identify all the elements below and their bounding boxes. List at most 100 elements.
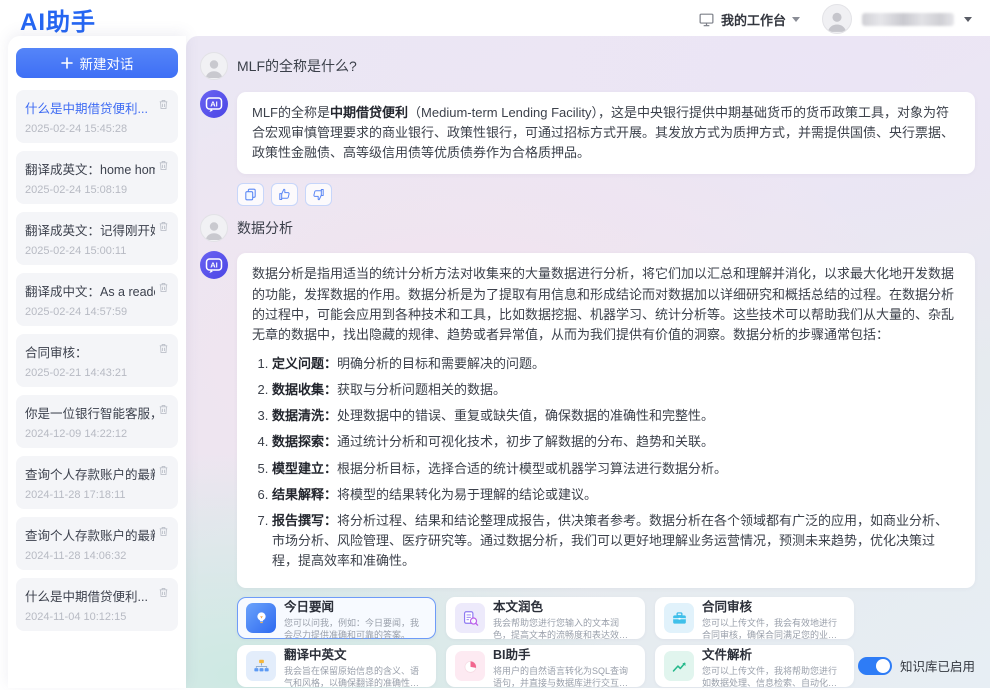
feature-title: 文件解析 bbox=[702, 644, 845, 663]
user-message-text: 数据分析 bbox=[237, 218, 293, 238]
analysis-steps-list: 定义问题：明确分析的目标和需要解决的问题。 数据收集：获取与分析问题相关的数据。… bbox=[252, 354, 960, 571]
conversation-time: 2024-11-28 14:06:32 bbox=[25, 550, 169, 562]
feature-desc: 我会旨在保留原始信息的含义、语气和风格，以确保翻译的准确性和自然流畅。 bbox=[284, 665, 427, 689]
user-message-text: MLF的全称是什么? bbox=[237, 56, 357, 76]
conversation-item[interactable]: 什么是中期借贷便利... 2024-11-04 10:12:15 bbox=[16, 578, 178, 631]
chevron-down-icon bbox=[792, 17, 800, 22]
ai-message: AI 数据分析是指用适当的统计分析方法对收集来的大量数据进行分析，将它们加以汇总… bbox=[200, 251, 975, 588]
ai-message: AI MLF的全称是中期借贷便利（Medium-term Lending Fac… bbox=[200, 90, 975, 174]
conversation-time: 2025-02-24 15:00:11 bbox=[25, 245, 169, 257]
feature-title: BI助手 bbox=[493, 644, 636, 663]
feature-card-bi[interactable]: BI助手 将用户的自然语言转化为SQL查询语句，并直接与数据库进行交互，返回智能… bbox=[446, 645, 645, 687]
step-item: 结果解释：将模型的结果转化为易于理解的结论或建议。 bbox=[272, 485, 960, 505]
ai-response-card: MLF的全称是中期借贷便利（Medium-term Lending Facili… bbox=[237, 92, 975, 174]
user-avatar bbox=[200, 52, 228, 80]
toggle-knob bbox=[876, 659, 890, 673]
feature-card-news[interactable]: 今日要闻 您可以问我，例如：今日要闻，我会尽力提供准确和可靠的答案。 bbox=[237, 597, 436, 639]
conversation-title: 查询个人存款账户的最新... bbox=[25, 464, 155, 483]
user-message: MLF的全称是什么? bbox=[200, 52, 975, 80]
conversation-item[interactable]: 查询个人存款账户的最新... 2024-11-28 17:18:11 bbox=[16, 456, 178, 509]
feature-card-translate[interactable]: 翻译中英文 我会旨在保留原始信息的含义、语气和风格，以确保翻译的准确性和自然流畅… bbox=[237, 645, 436, 687]
thumbs-down-button[interactable] bbox=[305, 183, 332, 206]
knowledge-toggle[interactable] bbox=[858, 657, 892, 675]
step-item: 数据探索：通过统计分析和可视化技术，初步了解数据的分布、趋势和关联。 bbox=[272, 432, 960, 452]
conversation-item[interactable]: 合同审核： 2025-02-21 14:43:21 bbox=[16, 334, 178, 387]
feature-card-fileparse[interactable]: 文件解析 您可以上传文件，我将帮助您进行如数据处理、信息检索、自动化办公等。 bbox=[655, 645, 854, 687]
conversation-item[interactable]: 翻译成中文：As a reader... 2025-02-24 14:57:59 bbox=[16, 273, 178, 326]
monitor-icon bbox=[698, 11, 715, 28]
conversation-time: 2025-02-24 14:57:59 bbox=[25, 306, 169, 318]
trash-icon[interactable] bbox=[157, 342, 170, 355]
conversation-item[interactable]: 你是一位银行智能客服，... 2024-12-09 14:22:12 bbox=[16, 395, 178, 448]
step-item: 模型建立：根据分析目标，选择合适的统计模型或机器学习算法进行数据分析。 bbox=[272, 459, 960, 479]
new-chat-label: 新建对话 bbox=[80, 53, 134, 73]
feature-card-contract[interactable]: 合同审核 您可以上传文件，我会有效地进行合同审核，确保合同满足您的业务需求。 bbox=[655, 597, 854, 639]
username-redacted bbox=[862, 13, 954, 26]
ai-response-card: 数据分析是指用适当的统计分析方法对收集来的大量数据进行分析，将它们加以汇总和理解… bbox=[237, 253, 975, 588]
trash-icon[interactable] bbox=[157, 464, 170, 477]
feature-desc: 您可以上传文件，我会有效地进行合同审核，确保合同满足您的业务需求。 bbox=[702, 617, 845, 641]
conversation-title: 查询个人存款账户的最新... bbox=[25, 525, 155, 544]
message-actions bbox=[237, 183, 975, 206]
step-item: 报告撰写：将分析过程、结果和结论整理成报告，供决策者参考。数据分析在各个领域都有… bbox=[272, 511, 960, 571]
workspace-menu[interactable]: 我的工作台 bbox=[698, 10, 800, 29]
app-logo: AI助手 bbox=[20, 2, 96, 37]
feature-desc: 您可以问我，例如：今日要闻，我会尽力提供准确和可靠的答案。 bbox=[284, 617, 427, 641]
conversation-title: 合同审核： bbox=[25, 342, 155, 361]
conversation-title: 什么是中期借贷便利... bbox=[25, 586, 155, 605]
conversation-time: 2024-11-04 10:12:15 bbox=[25, 611, 169, 623]
svg-text:AI: AI bbox=[210, 261, 218, 270]
conversation-item[interactable]: 查询个人存款账户的最新... 2024-11-28 14:06:32 bbox=[16, 517, 178, 570]
feature-title: 翻译中英文 bbox=[284, 644, 427, 663]
conversation-list: 什么是中期借贷便利... 2025-02-24 15:45:28 翻译成英文：h… bbox=[16, 90, 178, 631]
conversation-title: 你是一位银行智能客服，... bbox=[25, 403, 155, 422]
feature-title: 合同审核 bbox=[702, 596, 845, 615]
thumbs-up-button[interactable] bbox=[271, 183, 298, 206]
step-item: 数据清洗：处理数据中的错误、重复或缺失值，确保数据的准确性和完整性。 bbox=[272, 406, 960, 426]
feature-desc: 我会帮助您进行您输入的文本润色，提高文本的流畅度和表达效果。 bbox=[493, 617, 636, 641]
trash-icon[interactable] bbox=[157, 525, 170, 538]
feature-title: 本文润色 bbox=[493, 596, 636, 615]
plus-icon bbox=[61, 57, 73, 69]
trend-up-icon bbox=[664, 651, 694, 681]
conversation-item[interactable]: 翻译成英文：home home 2025-02-24 15:08:19 bbox=[16, 151, 178, 204]
ai-avatar: AI bbox=[200, 251, 228, 279]
sitemap-icon bbox=[246, 651, 276, 681]
conversation-time: 2024-11-28 17:18:11 bbox=[25, 489, 169, 501]
document-search-icon bbox=[455, 603, 485, 633]
conversation-sidebar: 新建对话 什么是中期借贷便利... 2025-02-24 15:45:28 翻译… bbox=[8, 36, 186, 688]
new-chat-button[interactable]: 新建对话 bbox=[16, 48, 178, 78]
ai-response-intro: 数据分析是指用适当的统计分析方法对收集来的大量数据进行分析，将它们加以汇总和理解… bbox=[252, 264, 960, 345]
conversation-title: 什么是中期借贷便利... bbox=[25, 98, 155, 117]
trash-icon[interactable] bbox=[157, 98, 170, 111]
user-avatar bbox=[822, 4, 852, 34]
user-message: 数据分析 bbox=[200, 214, 975, 242]
ai-response-text: MLF的全称是中期借贷便利（Medium-term Lending Facili… bbox=[252, 103, 960, 163]
user-avatar bbox=[200, 214, 228, 242]
trash-icon[interactable] bbox=[157, 281, 170, 294]
feature-card-polish[interactable]: 本文润色 我会帮助您进行您输入的文本润色，提高文本的流畅度和表达效果。 bbox=[446, 597, 645, 639]
conversation-title: 翻译成中文：As a reader... bbox=[25, 281, 155, 300]
trash-icon[interactable] bbox=[157, 403, 170, 416]
conversation-time: 2025-02-24 15:45:28 bbox=[25, 123, 169, 135]
chevron-down-icon bbox=[964, 17, 972, 22]
trash-icon[interactable] bbox=[157, 586, 170, 599]
copy-button[interactable] bbox=[237, 183, 264, 206]
conversation-item[interactable]: 什么是中期借贷便利... 2025-02-24 15:45:28 bbox=[16, 90, 178, 143]
workspace-label: 我的工作台 bbox=[721, 10, 786, 29]
step-item: 数据收集：获取与分析问题相关的数据。 bbox=[272, 380, 960, 400]
quick-actions-area: 今日要闻 您可以问我，例如：今日要闻，我会尽力提供准确和可靠的答案。 本文润色 … bbox=[237, 597, 975, 687]
conversation-time: 2024-12-09 14:22:12 bbox=[25, 428, 169, 440]
trash-icon[interactable] bbox=[157, 159, 170, 172]
user-menu[interactable] bbox=[822, 4, 972, 34]
knowledge-toggle-label: 知识库已启用 bbox=[900, 656, 975, 675]
svg-text:AI: AI bbox=[210, 100, 218, 109]
conversation-time: 2025-02-24 15:08:19 bbox=[25, 184, 169, 196]
trash-icon[interactable] bbox=[157, 220, 170, 233]
lightbulb-icon bbox=[246, 603, 276, 633]
conversation-title: 翻译成英文：home home bbox=[25, 159, 155, 178]
top-bar: AI助手 我的工作台 bbox=[0, 0, 990, 36]
knowledge-base-toggle-group: 知识库已启用 bbox=[858, 656, 975, 675]
main-chat-panel: MLF的全称是什么? AI MLF的全称是中期借贷便利（Medium-term … bbox=[186, 36, 990, 688]
conversation-item[interactable]: 翻译成英文：记得刚开始... 2025-02-24 15:00:11 bbox=[16, 212, 178, 265]
